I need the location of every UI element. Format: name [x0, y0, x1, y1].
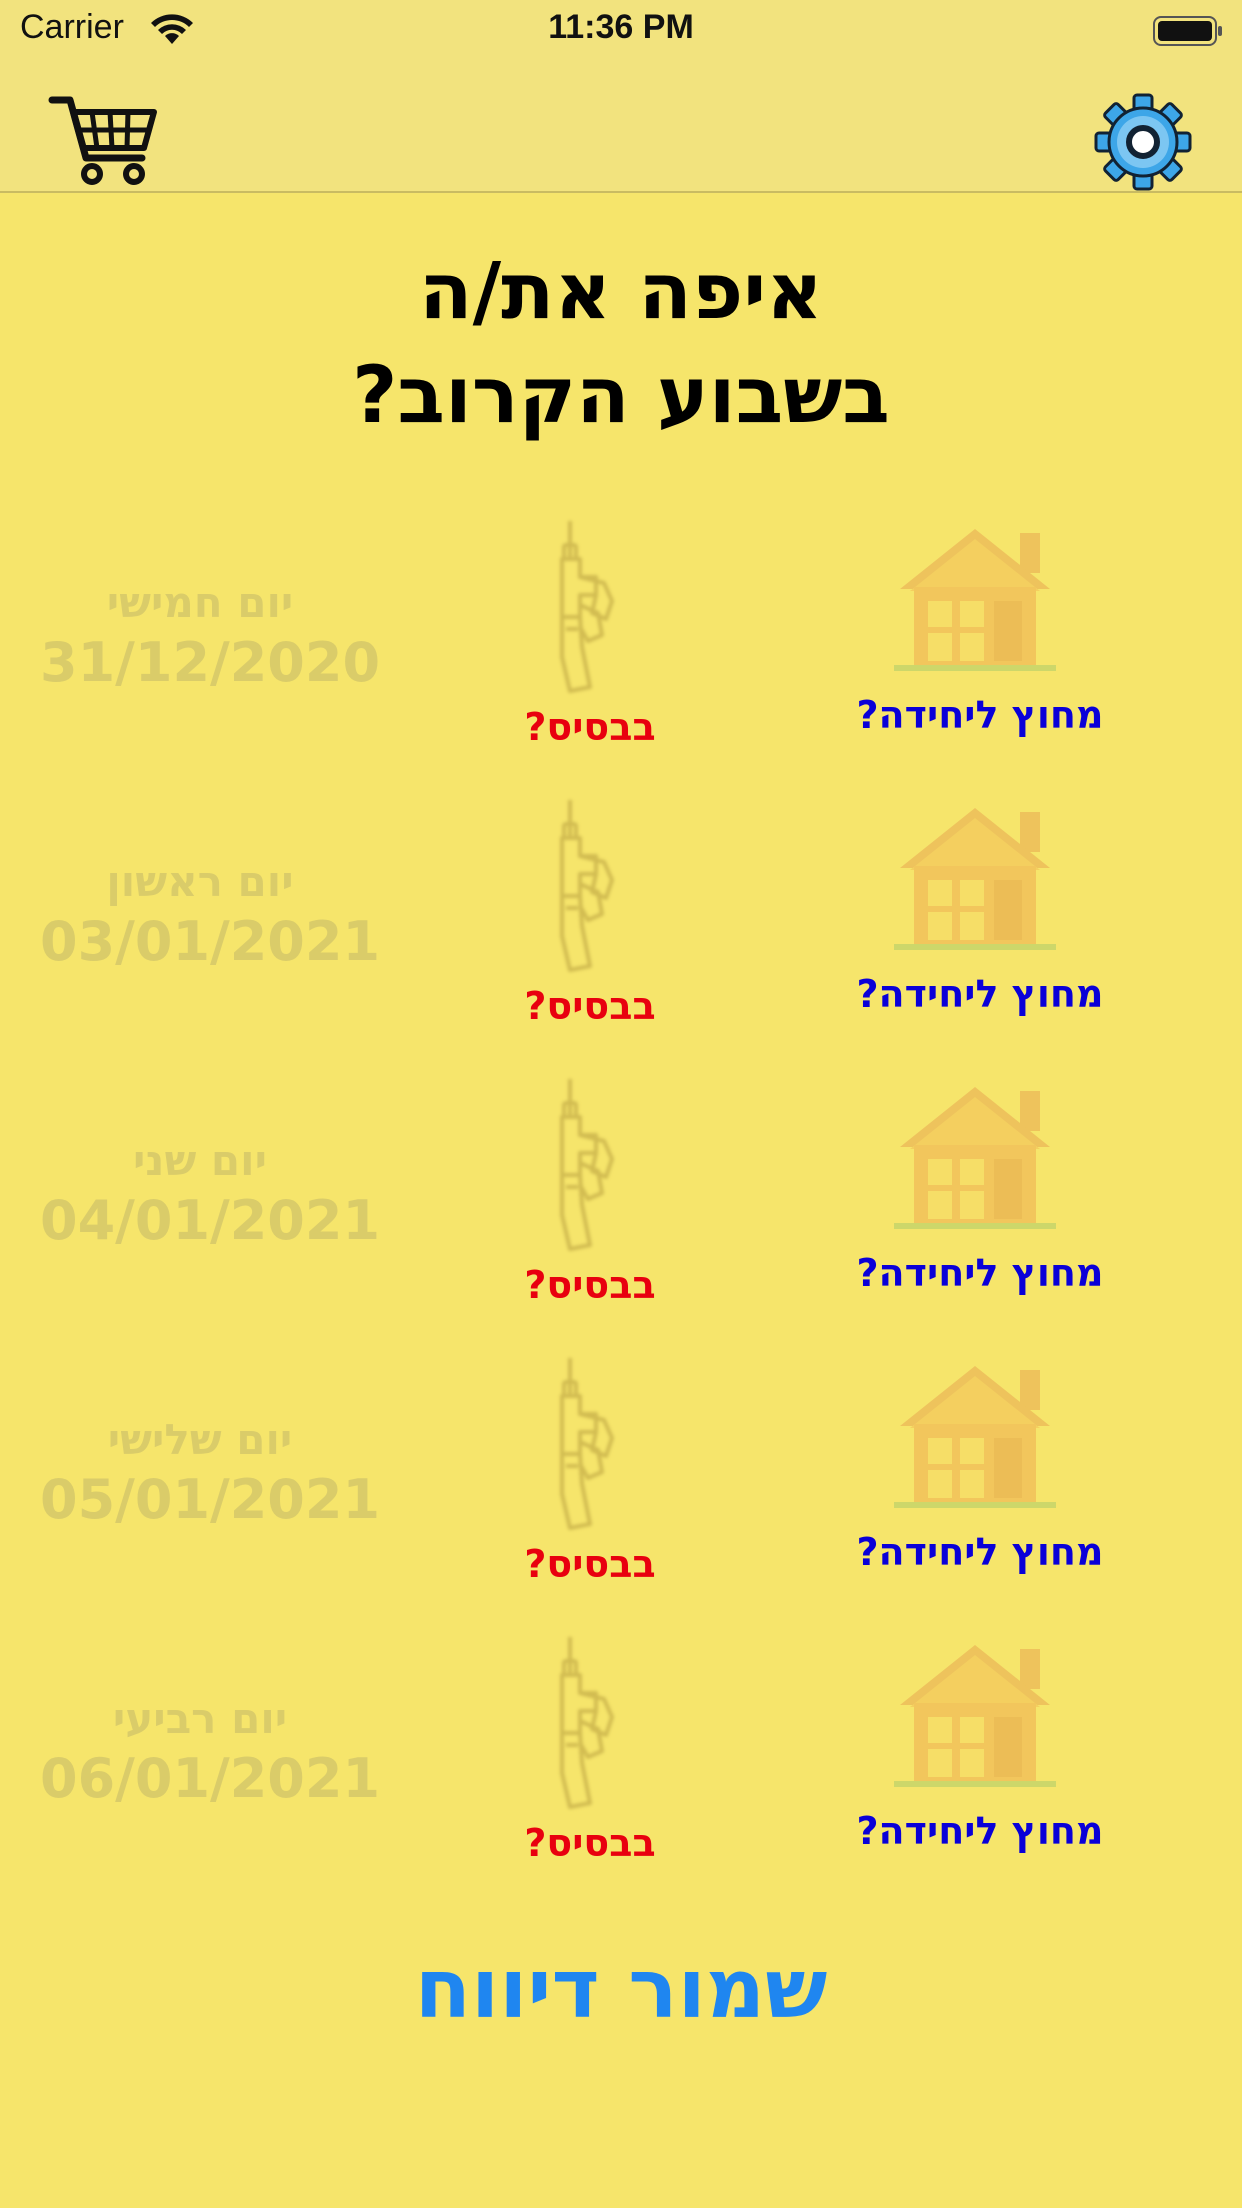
house-icon — [894, 1366, 1056, 1508]
day-name: יום חמישי — [106, 578, 294, 627]
house-icon — [894, 808, 1056, 950]
rifle-icon — [560, 1079, 614, 1251]
nav-bar — [0, 62, 1242, 193]
day-row: יום שני 04/01/2021 בבסיס? מחוץ ליחידה? — [0, 1063, 1242, 1342]
home-option-button[interactable]: מחוץ ליחידה? — [830, 784, 1130, 1034]
base-option-button[interactable]: בבסיס? — [490, 1342, 690, 1592]
rifle-icon — [560, 1637, 614, 1809]
house-icon — [894, 1087, 1056, 1229]
day-name: יום שני — [133, 1136, 267, 1185]
day-info: יום רביעי 06/01/2021 — [40, 1691, 381, 1811]
day-name: יום ראשון — [106, 857, 294, 906]
home-option-label: מחוץ ליחידה? — [856, 1530, 1104, 1574]
home-option-button[interactable]: מחוץ ליחידה? — [830, 1063, 1130, 1313]
day-date: 06/01/2021 — [40, 1747, 381, 1810]
settings-button[interactable] — [1092, 92, 1194, 192]
home-option-button[interactable]: מחוץ ליחידה? — [830, 505, 1130, 755]
status-time: 11:36 PM — [548, 8, 694, 46]
base-option-button[interactable]: בבסיס? — [490, 505, 690, 755]
day-name: יום רביעי — [112, 1694, 288, 1743]
base-option-label: בבסיס? — [524, 1821, 656, 1865]
home-option-label: מחוץ ליחידה? — [856, 1809, 1104, 1853]
home-option-label: מחוץ ליחידה? — [856, 972, 1104, 1016]
day-row: יום רביעי 06/01/2021 בבסיס? מחוץ ליחידה? — [0, 1621, 1242, 1900]
day-info: יום ראשון 03/01/2021 — [40, 854, 381, 974]
house-icon — [894, 1645, 1056, 1787]
day-name: יום שלישי — [107, 1415, 293, 1464]
title-line-2: בשבוע הקרוב? — [352, 351, 890, 441]
base-option-button[interactable]: בבסיס? — [490, 1063, 690, 1313]
base-option-label: בבסיס? — [524, 984, 656, 1028]
cart-button[interactable] — [46, 90, 160, 190]
base-option-label: בבסיס? — [524, 705, 656, 749]
base-option-label: בבסיס? — [524, 1542, 656, 1586]
day-info: יום חמישי 31/12/2020 — [40, 575, 381, 695]
gear-icon — [1094, 93, 1192, 191]
day-date: 04/01/2021 — [40, 1189, 381, 1252]
home-option-label: מחוץ ליחידה? — [856, 693, 1104, 737]
home-option-label: מחוץ ליחידה? — [856, 1251, 1104, 1295]
day-date: 03/01/2021 — [40, 910, 381, 973]
home-option-button[interactable]: מחוץ ליחידה? — [830, 1342, 1130, 1592]
status-bar: Carrier 11:36 PM — [0, 0, 1242, 62]
rifle-icon — [560, 800, 614, 972]
day-row: יום ראשון 03/01/2021 בבסיס? מחוץ ליחידה? — [0, 784, 1242, 1063]
day-row: יום חמישי 31/12/2020 בבסיס? מחוץ ליחידה? — [0, 505, 1242, 784]
base-option-button[interactable]: בבסיס? — [490, 1621, 690, 1871]
day-info: יום שלישי 05/01/2021 — [40, 1412, 381, 1532]
title-line-1: איפה את/ה — [419, 247, 823, 337]
house-icon — [894, 529, 1056, 671]
base-option-button[interactable]: בבסיס? — [490, 784, 690, 1034]
save-report-button[interactable]: שמור דיווח — [0, 1942, 1242, 2037]
day-row: יום שלישי 05/01/2021 בבסיס? מחוץ ליחידה? — [0, 1342, 1242, 1621]
day-date: 05/01/2021 — [40, 1468, 381, 1531]
battery-icon — [1153, 16, 1222, 46]
base-option-label: בבסיס? — [524, 1263, 656, 1307]
rifle-icon — [560, 521, 614, 693]
day-date: 31/12/2020 — [40, 631, 381, 694]
page-title: איפה את/ה בשבוע הקרוב? — [0, 240, 1242, 448]
day-info: יום שני 04/01/2021 — [40, 1133, 381, 1253]
days-list: יום חמישי 31/12/2020 בבסיס? מחוץ ליחידה?… — [0, 505, 1242, 1900]
rifle-icon — [560, 1358, 614, 1530]
home-option-button[interactable]: מחוץ ליחידה? — [830, 1621, 1130, 1871]
shopping-cart-icon — [48, 96, 157, 185]
